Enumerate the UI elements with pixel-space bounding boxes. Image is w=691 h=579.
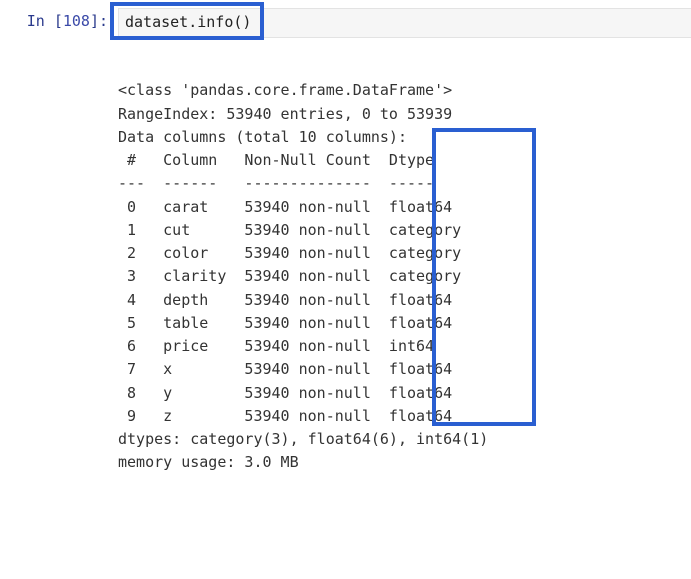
prompt-exec-count: 108 xyxy=(63,12,90,30)
output-line-memory: memory usage: 3.0 MB xyxy=(118,453,299,471)
output-line-dtypes: dtypes: category(3), float64(6), int64(1… xyxy=(118,430,488,448)
code-text: dataset.info() xyxy=(125,13,251,31)
output-line-class: <class 'pandas.core.frame.DataFrame'> xyxy=(118,81,452,99)
output-line-header: # Column Non-Null Count Dtype xyxy=(118,151,461,169)
notebook-cell: In [108]: dataset.info() <class 'pandas.… xyxy=(0,0,691,579)
output-line-datacolumns: Data columns (total 10 columns): xyxy=(118,128,407,146)
code-input-area[interactable]: dataset.info() xyxy=(118,8,691,38)
output-columns-block: 0 carat 53940 non-null float64 1 cut 539… xyxy=(118,198,461,425)
prompt-label: In xyxy=(27,12,54,30)
input-prompt: In [108]: xyxy=(0,8,118,30)
output-line-separator: --- ------ -------------- ----- xyxy=(118,174,461,192)
output-area: <class 'pandas.core.frame.DataFrame'> Ra… xyxy=(118,38,691,475)
output-line-rangeindex: RangeIndex: 53940 entries, 0 to 53939 xyxy=(118,105,452,123)
input-row: In [108]: dataset.info() xyxy=(0,8,691,38)
